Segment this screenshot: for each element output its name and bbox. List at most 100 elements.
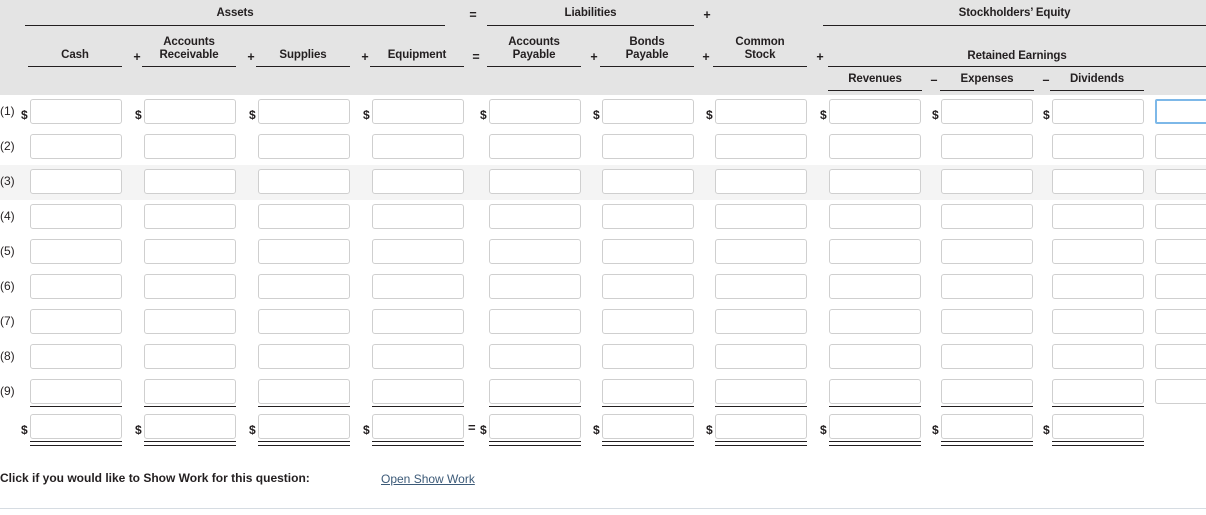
input-dividends-row4[interactable]	[1052, 204, 1144, 229]
input-supplies-row2[interactable]	[258, 134, 350, 159]
total-input-supplies[interactable]	[258, 414, 350, 439]
input-accounts-receivable-row3[interactable]	[144, 169, 236, 194]
input-expenses-row7[interactable]	[941, 309, 1033, 334]
input-expenses-row8[interactable]	[941, 344, 1033, 369]
input-equipment-row2[interactable]	[372, 134, 464, 159]
input-common-stock-row1[interactable]	[715, 99, 807, 124]
input-accounts-payable-row6[interactable]	[489, 274, 581, 299]
input-bonds-payable-row1[interactable]	[602, 99, 694, 124]
input-bonds-payable-row7[interactable]	[602, 309, 694, 334]
input-supplies-row5[interactable]	[258, 239, 350, 264]
input-supplies-row3[interactable]	[258, 169, 350, 194]
input-cash-row2[interactable]	[30, 134, 122, 159]
input-accounts-payable-row8[interactable]	[489, 344, 581, 369]
input-accounts-receivable-row6[interactable]	[144, 274, 236, 299]
input-revenues-row4[interactable]	[829, 204, 921, 229]
input-revenues-row8[interactable]	[829, 344, 921, 369]
input-equipment-row1[interactable]	[372, 99, 464, 124]
input-expenses-row5[interactable]	[941, 239, 1033, 264]
input-equipment-row5[interactable]	[372, 239, 464, 264]
input-common-stock-row3[interactable]	[715, 169, 807, 194]
input-revenues-row6[interactable]	[829, 274, 921, 299]
input-overflow-row9[interactable]	[1155, 379, 1206, 404]
input-bonds-payable-row9[interactable]	[602, 379, 694, 404]
input-dividends-row6[interactable]	[1052, 274, 1144, 299]
total-input-equipment[interactable]	[372, 414, 464, 439]
input-equipment-row9[interactable]	[372, 379, 464, 404]
input-supplies-row7[interactable]	[258, 309, 350, 334]
input-overflow-row5[interactable]	[1155, 239, 1206, 264]
input-expenses-row1[interactable]	[941, 99, 1033, 124]
input-revenues-row3[interactable]	[829, 169, 921, 194]
input-dividends-row8[interactable]	[1052, 344, 1144, 369]
input-common-stock-row4[interactable]	[715, 204, 807, 229]
input-revenues-row1[interactable]	[829, 99, 921, 124]
input-bonds-payable-row5[interactable]	[602, 239, 694, 264]
input-expenses-row2[interactable]	[941, 134, 1033, 159]
input-supplies-row1[interactable]	[258, 99, 350, 124]
input-overflow-row1[interactable]	[1155, 99, 1206, 124]
input-bonds-payable-row8[interactable]	[602, 344, 694, 369]
input-common-stock-row2[interactable]	[715, 134, 807, 159]
input-common-stock-row9[interactable]	[715, 379, 807, 404]
input-common-stock-row7[interactable]	[715, 309, 807, 334]
input-expenses-row6[interactable]	[941, 274, 1033, 299]
input-bonds-payable-row6[interactable]	[602, 274, 694, 299]
input-overflow-row4[interactable]	[1155, 204, 1206, 229]
input-accounts-receivable-row7[interactable]	[144, 309, 236, 334]
input-equipment-row4[interactable]	[372, 204, 464, 229]
input-cash-row7[interactable]	[30, 309, 122, 334]
input-accounts-payable-row9[interactable]	[489, 379, 581, 404]
input-equipment-row7[interactable]	[372, 309, 464, 334]
total-input-revenues[interactable]	[829, 414, 921, 439]
input-common-stock-row6[interactable]	[715, 274, 807, 299]
input-revenues-row5[interactable]	[829, 239, 921, 264]
input-revenues-row7[interactable]	[829, 309, 921, 334]
input-accounts-receivable-row1[interactable]	[144, 99, 236, 124]
input-equipment-row6[interactable]	[372, 274, 464, 299]
input-dividends-row3[interactable]	[1052, 169, 1144, 194]
input-revenues-row2[interactable]	[829, 134, 921, 159]
input-cash-row4[interactable]	[30, 204, 122, 229]
total-input-dividends[interactable]	[1052, 414, 1144, 439]
total-input-bonds-payable[interactable]	[602, 414, 694, 439]
input-revenues-row9[interactable]	[829, 379, 921, 404]
input-cash-row3[interactable]	[30, 169, 122, 194]
input-supplies-row6[interactable]	[258, 274, 350, 299]
input-dividends-row7[interactable]	[1052, 309, 1144, 334]
input-accounts-payable-row2[interactable]	[489, 134, 581, 159]
total-input-accounts-payable[interactable]	[489, 414, 581, 439]
input-bonds-payable-row2[interactable]	[602, 134, 694, 159]
input-dividends-row5[interactable]	[1052, 239, 1144, 264]
input-supplies-row8[interactable]	[258, 344, 350, 369]
input-cash-row1[interactable]	[30, 99, 122, 124]
input-accounts-receivable-row5[interactable]	[144, 239, 236, 264]
input-expenses-row4[interactable]	[941, 204, 1033, 229]
input-cash-row9[interactable]	[30, 379, 122, 404]
total-input-cash[interactable]	[30, 414, 122, 439]
input-cash-row6[interactable]	[30, 274, 122, 299]
input-accounts-receivable-row4[interactable]	[144, 204, 236, 229]
input-accounts-receivable-row2[interactable]	[144, 134, 236, 159]
input-cash-row8[interactable]	[30, 344, 122, 369]
total-input-accounts-receivable[interactable]	[144, 414, 236, 439]
input-overflow-row3[interactable]	[1155, 169, 1206, 194]
input-accounts-payable-row1[interactable]	[489, 99, 581, 124]
input-overflow-row8[interactable]	[1155, 344, 1206, 369]
input-equipment-row3[interactable]	[372, 169, 464, 194]
input-cash-row5[interactable]	[30, 239, 122, 264]
input-overflow-row2[interactable]	[1155, 134, 1206, 159]
input-supplies-row4[interactable]	[258, 204, 350, 229]
input-accounts-payable-row7[interactable]	[489, 309, 581, 334]
input-dividends-row2[interactable]	[1052, 134, 1144, 159]
input-dividends-row1[interactable]	[1052, 99, 1144, 124]
input-accounts-receivable-row8[interactable]	[144, 344, 236, 369]
input-accounts-payable-row3[interactable]	[489, 169, 581, 194]
total-input-common-stock[interactable]	[715, 414, 807, 439]
input-overflow-row7[interactable]	[1155, 309, 1206, 334]
input-bonds-payable-row4[interactable]	[602, 204, 694, 229]
input-supplies-row9[interactable]	[258, 379, 350, 404]
input-dividends-row9[interactable]	[1052, 379, 1144, 404]
input-overflow-row6[interactable]	[1155, 274, 1206, 299]
input-common-stock-row5[interactable]	[715, 239, 807, 264]
